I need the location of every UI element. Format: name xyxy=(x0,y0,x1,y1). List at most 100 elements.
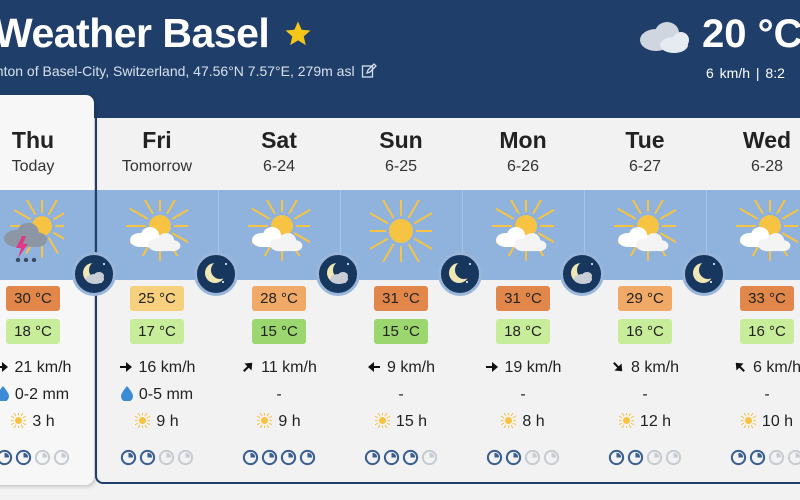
predictability-icon xyxy=(749,449,766,466)
day-name: Tue xyxy=(625,127,665,153)
predictability xyxy=(462,449,584,471)
predictability-icon xyxy=(787,449,800,466)
location-text: anton of Basel-City, Switzerland, 47.56°… xyxy=(0,63,355,79)
wind-speed-value: 6 km/h xyxy=(752,359,800,376)
day-column-tue[interactable]: Tue 6-27 29 °C 16 °C 8 km/h - 12 h xyxy=(584,118,706,484)
favorite-star-icon[interactable] xyxy=(283,19,313,49)
predictability-icon xyxy=(608,449,625,466)
moon-glyph-icon xyxy=(693,261,717,283)
sunshine-hours-value: 10 h xyxy=(761,413,794,430)
predictability-icon xyxy=(505,449,522,466)
page-title: Weather Basel xyxy=(0,10,270,56)
sunshine-hours: 9 h xyxy=(96,413,218,431)
max-temperature: 28 °C xyxy=(252,286,306,311)
predictability-icon xyxy=(0,449,13,466)
predictability-icon xyxy=(486,449,503,466)
moon-cloud-icon xyxy=(72,252,116,296)
wind-speed: 19 km/h xyxy=(462,359,584,377)
current-temperature: 20 °C xyxy=(702,12,800,56)
wind-speed-value: 8 km/h xyxy=(630,359,679,376)
day-name: Sat xyxy=(261,127,297,153)
partly-cloudy-icon xyxy=(736,200,798,261)
day-date: 6-25 xyxy=(384,158,418,175)
moon-cloud-icon xyxy=(560,252,604,296)
wind-speed-value: 16 km/h xyxy=(138,359,196,376)
predictability-icon xyxy=(665,449,682,466)
predictability xyxy=(584,449,706,471)
sunshine-hours-value: 8 h xyxy=(522,413,545,430)
predictability-icon xyxy=(53,449,70,466)
wind-speed-value: 21 km/h xyxy=(14,359,72,376)
day-column-thu[interactable]: Thu Today 30 °C 18 °C 21 km/h 0-2 mm 3 h xyxy=(0,118,94,484)
day-column-fri[interactable]: Fri Tomorrow 25 °C 17 °C 16 km/h 0-5 mm 9 h xyxy=(96,118,218,484)
edit-icon[interactable] xyxy=(361,63,377,79)
precipitation-value: - xyxy=(642,386,648,403)
predictability-icon xyxy=(120,449,137,466)
max-temperature: 31 °C xyxy=(374,286,428,311)
day-date: Today xyxy=(11,158,55,175)
day-column-sat[interactable]: Sat 6-24 28 °C 15 °C 11 km/h - 9 h xyxy=(218,118,340,484)
max-temperature: 29 °C xyxy=(618,286,672,311)
header: Weather Basel anton of Basel-City, Switz… xyxy=(0,0,800,118)
moon-cloud-icon xyxy=(316,252,360,296)
wind-arrow-icon xyxy=(243,362,253,372)
moon-glyph-icon xyxy=(205,261,229,283)
day-date: Tomorrow xyxy=(121,158,193,175)
sunshine-hours: 10 h xyxy=(706,413,800,431)
min-temperature: 17 °C xyxy=(130,319,184,344)
wind-speed: 8 km/h xyxy=(584,359,706,377)
precipitation: - xyxy=(340,386,462,404)
predictability-icon xyxy=(421,449,438,466)
moon-icon xyxy=(194,252,238,296)
location-subtitle: anton of Basel-City, Switzerland, 47.56°… xyxy=(0,63,377,79)
predictability-icon xyxy=(402,449,419,466)
precipitation-value: - xyxy=(764,386,770,403)
predictability-icon xyxy=(34,449,51,466)
wind-arrow-icon xyxy=(0,362,8,372)
precipitation: - xyxy=(584,386,706,404)
moon-glyph-icon xyxy=(449,261,473,283)
moon-icon xyxy=(682,252,726,296)
precipitation-value: - xyxy=(520,386,526,403)
sunshine-hours: 3 h xyxy=(0,413,94,431)
wind-speed: 21 km/h xyxy=(0,359,94,377)
precipitation: 0-5 mm xyxy=(96,386,218,404)
day-column-sun[interactable]: Sun 6-25 31 °C 15 °C 9 km/h - 15 h xyxy=(340,118,462,484)
wind-speed-value: 9 km/h xyxy=(386,359,435,376)
max-temperature: 31 °C xyxy=(496,286,550,311)
raindrop-icon xyxy=(120,386,133,401)
sun-icon xyxy=(501,413,517,428)
partly-cloudy-icon xyxy=(248,200,310,261)
day-name: Thu xyxy=(11,127,55,153)
max-temperature: 25 °C xyxy=(130,286,184,311)
day-column-wed[interactable]: Wed 6-28 33 °C 16 °C 6 km/h - 10 h xyxy=(706,118,800,484)
wind-arrow-icon xyxy=(613,362,623,372)
predictability-icon xyxy=(730,449,747,466)
sunshine-hours-value: 9 h xyxy=(156,413,179,430)
sun-icon xyxy=(740,413,756,428)
predictability-icon xyxy=(177,449,194,466)
sunshine-hours: 8 h xyxy=(462,413,584,431)
current-wind-time: 6 km/h | 8:2 xyxy=(706,65,785,81)
wind-arrow-icon xyxy=(485,362,498,372)
predictability-icon xyxy=(261,449,278,466)
sunshine-hours-value: 15 h xyxy=(395,413,428,430)
thunder-rain-sun-icon xyxy=(4,200,64,262)
precipitation-value: 0-5 mm xyxy=(138,386,194,403)
predictability-icon xyxy=(524,449,541,466)
moon-glyph-icon xyxy=(83,261,107,284)
sun-icon xyxy=(135,413,151,428)
predictability xyxy=(706,449,800,471)
precipitation-value: - xyxy=(276,386,282,403)
moon-icon xyxy=(438,252,482,296)
sun-icon xyxy=(374,413,390,428)
predictability xyxy=(96,449,218,471)
sunshine-hours-value: 9 h xyxy=(278,413,301,430)
moon-glyph-icon xyxy=(571,261,595,284)
precipitation: - xyxy=(218,386,340,404)
wind-arrow-icon xyxy=(367,362,380,372)
wind-arrow-icon xyxy=(735,362,745,372)
day-column-mon[interactable]: Mon 6-26 31 °C 18 °C 19 km/h - 8 h xyxy=(462,118,584,484)
partly-cloudy-icon xyxy=(126,200,188,261)
sun-icon xyxy=(11,413,27,428)
